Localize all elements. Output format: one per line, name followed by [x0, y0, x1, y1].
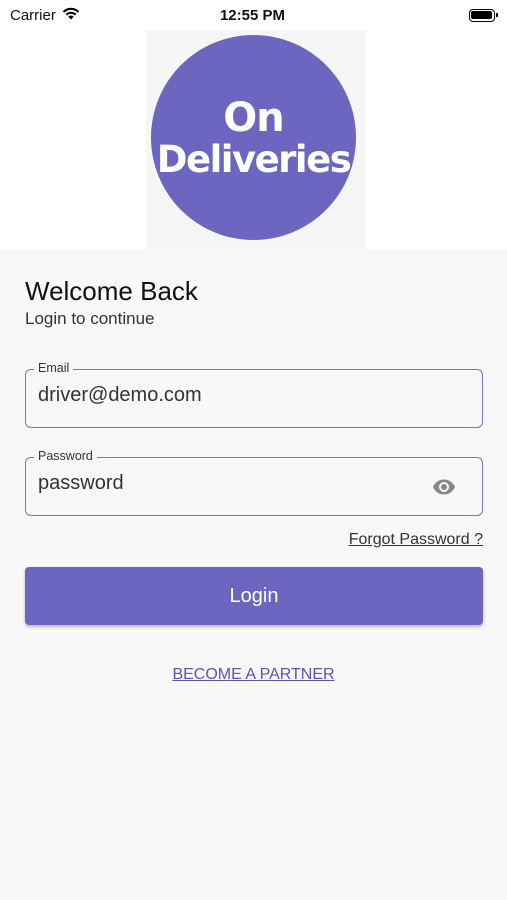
- page-title: Welcome Back: [25, 276, 198, 306]
- app-logo: On Deliveries: [151, 35, 356, 240]
- eye-icon[interactable]: [430, 475, 458, 499]
- wifi-icon: [62, 7, 80, 24]
- password-field[interactable]: Password password: [25, 449, 483, 516]
- become-partner-link[interactable]: BECOME A PARTNER: [0, 666, 507, 684]
- password-input[interactable]: password: [38, 472, 124, 495]
- status-right: [355, 8, 498, 22]
- forgot-password-link[interactable]: Forgot Password ?: [349, 531, 483, 549]
- email-input[interactable]: driver@demo.com: [38, 384, 202, 407]
- password-label: Password: [34, 449, 97, 463]
- status-bar: Carrier 12:55 PM: [0, 0, 507, 30]
- email-field[interactable]: Email driver@demo.com: [25, 361, 483, 428]
- email-label: Email: [34, 361, 74, 375]
- logo-text-line1: On: [223, 94, 284, 141]
- login-button[interactable]: Login: [25, 567, 483, 625]
- page-subtitle: Login to continue: [25, 309, 155, 328]
- status-time: 12:55 PM: [219, 6, 286, 24]
- logo-text-line2: Deliveries: [156, 137, 352, 181]
- header-banner: On Deliveries: [0, 30, 507, 249]
- status-left: Carrier: [10, 7, 150, 24]
- battery-icon: [468, 8, 498, 22]
- carrier-label: Carrier: [10, 6, 56, 24]
